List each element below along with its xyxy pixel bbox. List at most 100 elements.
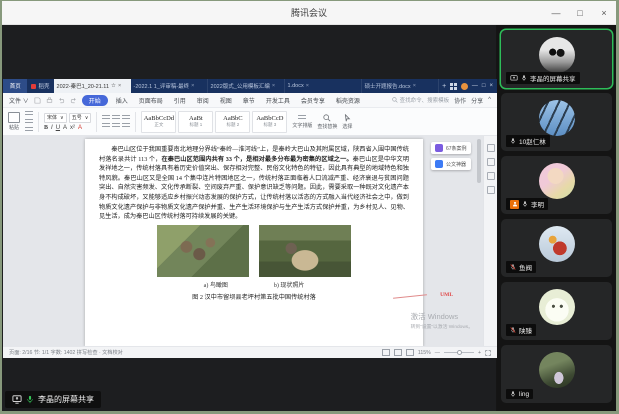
new-tab-button[interactable]: +	[439, 79, 450, 93]
italic-button[interactable]: I	[51, 125, 53, 131]
font-color-button[interactable]: A	[78, 125, 82, 131]
close-button[interactable]: ×	[592, 1, 616, 24]
document-area[interactable]: 秦巴山区位于我国重要南北地理分界线“秦岭—淮河线”上，是秦岭大巴山及其附属区域，…	[3, 136, 497, 346]
redo-icon[interactable]	[70, 97, 77, 104]
mic-icon	[510, 137, 516, 145]
paste-button[interactable]: 粘贴	[8, 112, 20, 131]
collab-button[interactable]: 协作	[454, 96, 466, 105]
font-size-select[interactable]: 五号∨	[69, 113, 92, 123]
align-left-icon[interactable]	[102, 123, 110, 129]
bookmark-icon[interactable]	[487, 172, 495, 180]
doctool-card[interactable]: 公文神器	[431, 158, 471, 170]
wps-restore-icon[interactable]: □	[482, 83, 486, 89]
wps-minimize-icon[interactable]: —	[472, 83, 478, 89]
strike-button[interactable]: A	[63, 125, 67, 131]
page-view-icon[interactable]	[382, 349, 390, 356]
ribbon-tab-docer-resources[interactable]: 稻壳资源	[333, 95, 363, 106]
document-tab-active[interactable]: 2022-秦巴1_20-21.11 ☆ ×	[54, 79, 131, 93]
document-tab[interactable]: 硕士开题报告.docx ×	[362, 79, 439, 93]
zoom-out-button[interactable]: —	[435, 350, 440, 356]
nameplate: 10赵仁林	[506, 135, 550, 147]
wps-ribbon: 粘贴 宋体∨ 五号∨	[3, 108, 497, 136]
command-search[interactable]: 查找命令、搜索模板	[392, 96, 450, 104]
align-center-icon[interactable]	[112, 123, 120, 129]
copy-icon[interactable]	[25, 119, 33, 125]
participant-name: 陕臻	[519, 325, 532, 335]
ribbon-tab-review[interactable]: 审阅	[194, 95, 212, 106]
cut-icon[interactable]	[25, 111, 33, 117]
superscript-button[interactable]: x²	[70, 125, 75, 131]
participant-tile[interactable]: 鱼阀	[501, 219, 612, 277]
star-icon[interactable]: ☆	[111, 83, 116, 89]
tab-close-icon[interactable]: ×	[191, 83, 194, 89]
tab-close-icon[interactable]: ×	[272, 83, 275, 89]
ribbon-tab-home[interactable]: 开始	[82, 95, 108, 106]
underline-button[interactable]: U	[56, 125, 60, 131]
font-name-select[interactable]: 宋体∨	[44, 113, 67, 123]
ribbon-tab-section[interactable]: 章节	[240, 95, 258, 106]
annotation-label: UML	[440, 292, 453, 298]
print-icon[interactable]	[46, 97, 53, 104]
zoom-slider-knob[interactable]	[457, 350, 462, 355]
format-painter-icon[interactable]	[25, 127, 33, 133]
select-tool[interactable]: 选择	[342, 114, 352, 130]
style-heading3[interactable]: AaBbCcD 标题 3	[252, 111, 287, 133]
style-heading2[interactable]: AaBbC 标题 2	[215, 111, 250, 133]
share-button[interactable]: 分享	[471, 96, 483, 105]
text-layout-tool[interactable]: 文字排版	[292, 115, 312, 129]
tab-close-icon[interactable]: ×	[306, 83, 309, 89]
ribbon-tab-developer[interactable]: 开发工具	[263, 95, 293, 106]
text-layout-icon	[298, 115, 306, 121]
document-tab[interactable]: 1.docx ×	[285, 79, 362, 93]
style-heading1[interactable]: AaBt 标题 1	[178, 111, 213, 133]
participant-tile-sharer[interactable]: 李晶的屏幕共享	[501, 30, 612, 88]
edit-icon[interactable]	[487, 158, 495, 166]
wps-account-avatar[interactable]	[461, 83, 468, 90]
wps-close-icon[interactable]: ×	[489, 83, 493, 89]
participant-tile[interactable]: 陕臻	[501, 282, 612, 340]
minimize-button[interactable]: —	[544, 1, 568, 24]
line-spacing-icon[interactable]	[122, 123, 130, 129]
ribbon-tab-insert[interactable]: 插入	[113, 95, 131, 106]
zoom-slider[interactable]	[444, 352, 474, 353]
zoom-level[interactable]: 115%	[418, 350, 431, 356]
participant-tile[interactable]: ling	[501, 345, 612, 403]
participant-tile[interactable]: 10赵仁林	[501, 93, 612, 151]
bold-button[interactable]: B	[44, 125, 48, 131]
document-tab[interactable]: 2022版式_公用模板汇编 ×	[208, 79, 285, 93]
paste-label: 粘贴	[9, 124, 19, 131]
fullscreen-icon[interactable]	[485, 350, 491, 356]
indent-icon[interactable]	[122, 115, 130, 121]
mic-icon	[510, 390, 516, 398]
web-view-icon[interactable]	[406, 349, 414, 356]
style-normal[interactable]: AaBbCcDd 正文	[141, 111, 176, 133]
meeting-window: 腾讯会议 — □ × 首页 稻壳 2022-秦巴1_20-21.11 ☆	[2, 1, 616, 411]
participant-tile-host[interactable]: 李明	[501, 156, 612, 214]
ribbon-tab-member[interactable]: 会员专享	[298, 95, 328, 106]
outline-icon[interactable]	[487, 186, 495, 194]
bullet-list-icon[interactable]	[102, 115, 110, 121]
collapse-ribbon-icon[interactable]: ^	[488, 97, 491, 103]
zoom-in-button[interactable]: +	[478, 350, 481, 356]
undo-icon[interactable]	[58, 97, 65, 104]
maximize-button[interactable]: □	[568, 1, 592, 24]
outline-view-icon[interactable]	[394, 349, 402, 356]
tab-label: -2022.1 1_评审稿-最终	[134, 82, 190, 90]
workspace-grid-icon[interactable]	[450, 83, 457, 90]
ribbon-tab-page-layout[interactable]: 页面布局	[136, 95, 166, 106]
save-icon[interactable]	[34, 97, 41, 104]
file-menu[interactable]: 文件 ∨	[9, 96, 29, 105]
tab-close-icon[interactable]: ×	[118, 83, 121, 89]
comment-icon[interactable]	[487, 144, 495, 152]
wps-docer-tab[interactable]: 稻壳	[27, 79, 53, 93]
ribbon-tab-view[interactable]: 视图	[217, 95, 235, 106]
find-replace-tool[interactable]: 查找替换	[317, 114, 337, 130]
cases-card[interactable]: 67条案例	[431, 142, 471, 154]
document-tab[interactable]: -2022.1 1_评审稿-最终 ×	[131, 79, 208, 93]
document-page[interactable]: 秦巴山区位于我国重要南北地理分界线“秦岭—淮河线”上，是秦岭大巴山及其附属区域，…	[85, 139, 423, 346]
vertical-scrollbar[interactable]	[477, 139, 481, 183]
numbered-list-icon[interactable]	[112, 115, 120, 121]
wps-home-tab[interactable]: 首页	[3, 79, 27, 93]
ribbon-tab-references[interactable]: 引用	[171, 95, 189, 106]
tab-close-icon[interactable]: ×	[413, 83, 416, 89]
